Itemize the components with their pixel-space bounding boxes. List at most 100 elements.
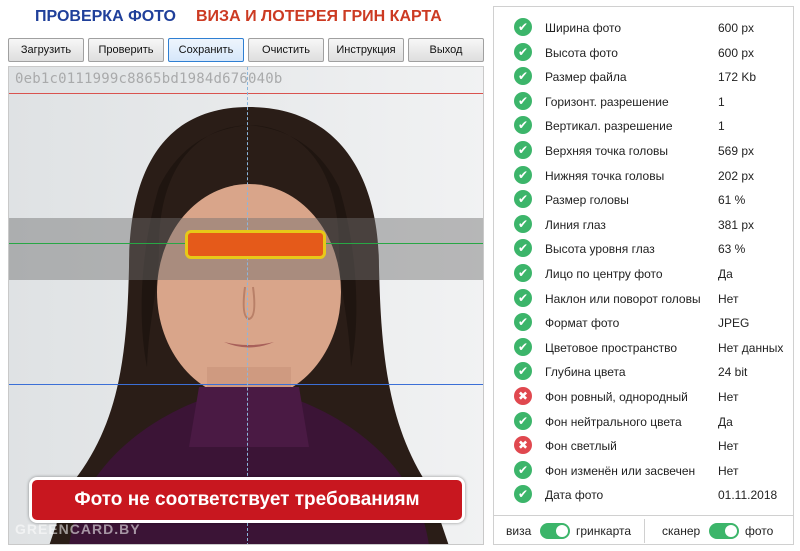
check-circle-icon: ✔ <box>514 337 532 356</box>
title-photo-check: ПРОВЕРКА ФОТО <box>35 8 176 25</box>
check-value: 600 px <box>718 21 755 35</box>
check-label: Лицо по центру фото <box>545 267 663 281</box>
check-circle-icon: ✔ <box>514 165 532 184</box>
eye-mask-bar <box>185 230 326 259</box>
check-label: Наклон или поворот головы <box>545 291 701 306</box>
clear-button[interactable]: Очистить <box>248 38 324 62</box>
check-row: ✔ Фон изменён или засвечен Нет <box>494 458 793 482</box>
watermark: GREENCARD.BY <box>15 521 141 537</box>
check-row: ✔ Горизонт. разрешение 1 <box>494 89 793 113</box>
check-value: Нет данных <box>718 340 784 355</box>
check-row: ✔ Высота фото 600 px <box>494 40 793 64</box>
check-row: ✔ Цветовое пространство Нет данных <box>494 335 793 359</box>
check-row: ✖ Фон светлый Нет <box>494 433 793 457</box>
check-circle-icon: ✔ <box>514 18 532 36</box>
check-label: Фон нейтрального цвета <box>545 414 682 429</box>
check-value: JPEG <box>718 316 750 331</box>
check-row: ✔ Фон нейтрального цвета Да <box>494 409 793 433</box>
check-circle-icon: ✔ <box>514 264 532 282</box>
check-row: ✖ Фон ровный, однородный Нет <box>494 384 793 408</box>
check-circle-icon: ✔ <box>514 411 532 430</box>
check-row: ✔ Ширина фото 600 px <box>494 15 793 39</box>
check-label: Верхняя точка головы <box>545 144 669 158</box>
mode-toggles: виза гринкарта сканер фото <box>494 515 793 545</box>
check-row: ✔ Линия глаз 381 px <box>494 212 793 236</box>
check-value: Нет <box>718 439 739 454</box>
toggle-left-off-label: виза <box>506 524 532 538</box>
warning-banner: Фото не соответствует требованиям <box>29 477 465 523</box>
check-row: ✔ Лицо по центру фото Да <box>494 261 793 285</box>
check-value: 600 px <box>718 45 755 60</box>
check-circle-icon: ✔ <box>514 485 532 504</box>
check-circle-icon: ✔ <box>514 362 532 381</box>
check-circle-icon: ✔ <box>514 460 532 479</box>
toggle-right-off-label: сканер <box>662 524 701 538</box>
check-row: ✔ Глубина цвета 24 bit <box>494 359 793 383</box>
check-label: Высота фото <box>545 45 618 60</box>
check-label: Линия глаз <box>545 217 606 232</box>
check-label: Горизонт. разрешение <box>545 94 669 109</box>
check-circle-icon: ✔ <box>514 116 532 135</box>
load-button[interactable]: Загрузить <box>8 38 84 62</box>
check-value: 172 Kb <box>718 70 757 85</box>
check-value: 569 px <box>718 144 755 158</box>
scanner-photo-toggle[interactable] <box>709 523 739 539</box>
app-title: ПРОВЕРКА ФОТО ВИЗА И ЛОТЕРЕЯ ГРИН КАРТА <box>0 8 488 30</box>
title-visa-lottery: ВИЗА И ЛОТЕРЕЯ ГРИН КАРТА <box>196 8 442 25</box>
exit-button[interactable]: Выход <box>408 38 484 62</box>
check-label: Дата фото <box>545 488 604 503</box>
check-value: 1 <box>718 94 725 109</box>
check-value: 24 bit <box>718 365 748 380</box>
check-value: Нет <box>718 291 739 306</box>
check-label: Фон светлый <box>545 439 617 454</box>
photo-hash: 0eb1c0111999c8865bd1984d676040b <box>15 71 283 87</box>
check-label: Глубина цвета <box>545 365 626 380</box>
check-value: 63 % <box>718 242 746 257</box>
check-label: Вертикал. разрешение <box>545 119 673 134</box>
check-label: Размер головы <box>545 193 629 208</box>
check-circle-icon: ✔ <box>514 190 532 209</box>
check-row: ✔ Нижняя точка головы 202 px <box>494 163 793 187</box>
check-label: Цветовое пространство <box>545 340 678 355</box>
check-button[interactable]: Проверить <box>88 38 164 62</box>
check-value: 61 % <box>718 193 746 208</box>
check-row: ✔ Вертикал. разрешение 1 <box>494 113 793 137</box>
x-circle-icon: ✖ <box>514 436 532 455</box>
check-value: 01.11.2018 <box>718 488 778 503</box>
check-label: Формат фото <box>545 316 620 331</box>
check-label: Фон ровный, однородный <box>545 390 688 404</box>
check-circle-icon: ✔ <box>514 67 532 86</box>
check-value: Нет <box>718 390 739 404</box>
center-guide-line <box>247 67 248 544</box>
toggle-left-on-label: гринкарта <box>576 524 632 538</box>
check-value: 202 px <box>718 168 755 183</box>
toggle-knob <box>725 525 737 537</box>
check-circle-icon: ✔ <box>514 214 532 233</box>
check-label: Ширина фото <box>545 21 622 35</box>
footer-divider <box>644 519 645 543</box>
check-row: ✔ Дата фото 01.11.2018 <box>494 482 793 506</box>
check-value: Нет <box>718 463 739 478</box>
check-label: Нижняя точка головы <box>545 168 665 183</box>
check-circle-icon: ✔ <box>514 313 532 332</box>
check-row: ✔ Наклон или поворот головы Нет <box>494 286 793 310</box>
check-row: ✔ Высота уровня глаз 63 % <box>494 236 793 260</box>
photo-preview[interactable]: 0eb1c0111999c8865bd1984d676040b Фото не … <box>8 66 484 545</box>
save-button[interactable]: Сохранить <box>168 38 244 62</box>
check-row: ✔ Верхняя точка головы 569 px <box>494 138 793 162</box>
check-value: Да <box>718 414 733 429</box>
check-row: ✔ Формат фото JPEG <box>494 310 793 334</box>
check-label: Высота уровня глаз <box>545 242 655 257</box>
check-circle-icon: ✔ <box>514 288 532 307</box>
check-value: Да <box>718 267 733 281</box>
check-label: Размер файла <box>545 70 627 85</box>
x-circle-icon: ✖ <box>514 387 532 405</box>
toggle-knob <box>556 525 568 537</box>
check-value: 381 px <box>718 217 755 232</box>
instructions-button[interactable]: Инструкция <box>328 38 404 62</box>
check-circle-icon: ✔ <box>514 239 532 258</box>
visa-greencard-toggle[interactable] <box>540 523 570 539</box>
check-value: 1 <box>718 119 725 134</box>
check-label: Фон изменён или засвечен <box>545 463 696 478</box>
toggle-right-on-label: фото <box>745 524 774 538</box>
